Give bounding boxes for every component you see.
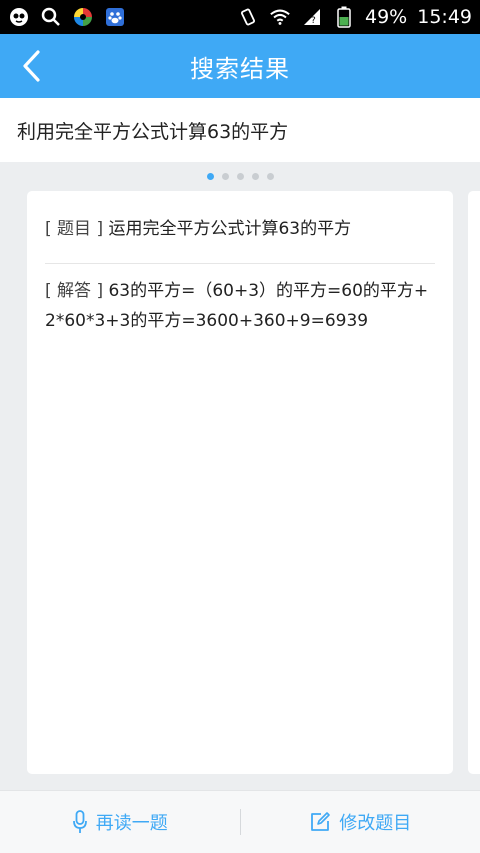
next-result-card-peek[interactable]: [468, 191, 480, 774]
pager-dot[interactable]: [221, 172, 229, 180]
pinwheel-app-icon: [72, 6, 94, 28]
edit-icon: [311, 812, 331, 831]
query-bar: 利用完全平方公式计算63的平方: [0, 98, 480, 162]
question-tag: [ 题目 ]: [45, 219, 104, 239]
chevron-left-icon: [23, 50, 40, 82]
reread-button[interactable]: 再读一题: [0, 809, 240, 835]
status-system: ? 49% 15:49: [237, 6, 472, 28]
edit-question-button[interactable]: 修改题目: [241, 809, 480, 835]
wifi-icon: [269, 6, 291, 28]
vibrate-icon: [237, 6, 259, 28]
pager-dot[interactable]: [206, 172, 214, 180]
owl-app-icon: [8, 6, 30, 28]
back-button[interactable]: [14, 48, 50, 84]
battery-percent: 49%: [365, 6, 408, 28]
card-divider: [45, 263, 435, 264]
status-notifications: [8, 6, 126, 28]
answer-text: 63的平方=（60+3）的平方=60的平方+2*60*3+3的平方=3600+3…: [45, 281, 429, 331]
paw-app-icon: [104, 6, 126, 28]
reread-label: 再读一题: [95, 813, 168, 834]
answer-tag: [ 解答 ]: [45, 281, 104, 301]
clock: 15:49: [417, 6, 472, 28]
pager-dot[interactable]: [251, 172, 259, 180]
query-text: 利用完全平方公式计算63的平方: [17, 120, 289, 143]
microphone-icon: [72, 810, 87, 833]
signal-icon: ?: [301, 6, 323, 28]
status-bar: ? 49% 15:49: [0, 0, 480, 34]
title-bar: 搜索结果: [0, 34, 480, 98]
question-line: [ 题目 ] 运用完全平方公式计算63的平方: [45, 209, 435, 249]
page-title: 搜索结果: [190, 54, 290, 83]
edit-question-label: 修改题目: [339, 813, 412, 834]
battery-icon: [333, 6, 355, 28]
pager-dots: [0, 170, 480, 182]
pager-dot[interactable]: [266, 172, 274, 180]
bottom-action-bar: 再读一题 修改题目: [0, 790, 480, 853]
question-text: 运用完全平方公式计算63的平方: [108, 219, 352, 239]
result-card[interactable]: [ 题目 ] 运用完全平方公式计算63的平方 [ 解答 ] 63的平方=（60+…: [27, 191, 453, 774]
search-icon: [40, 6, 62, 28]
answer-block: [ 解答 ] 63的平方=（60+3）的平方=60的平方+2*60*3+3的平方…: [45, 276, 435, 336]
svg-text:?: ?: [311, 16, 316, 26]
pager-dot[interactable]: [236, 172, 244, 180]
